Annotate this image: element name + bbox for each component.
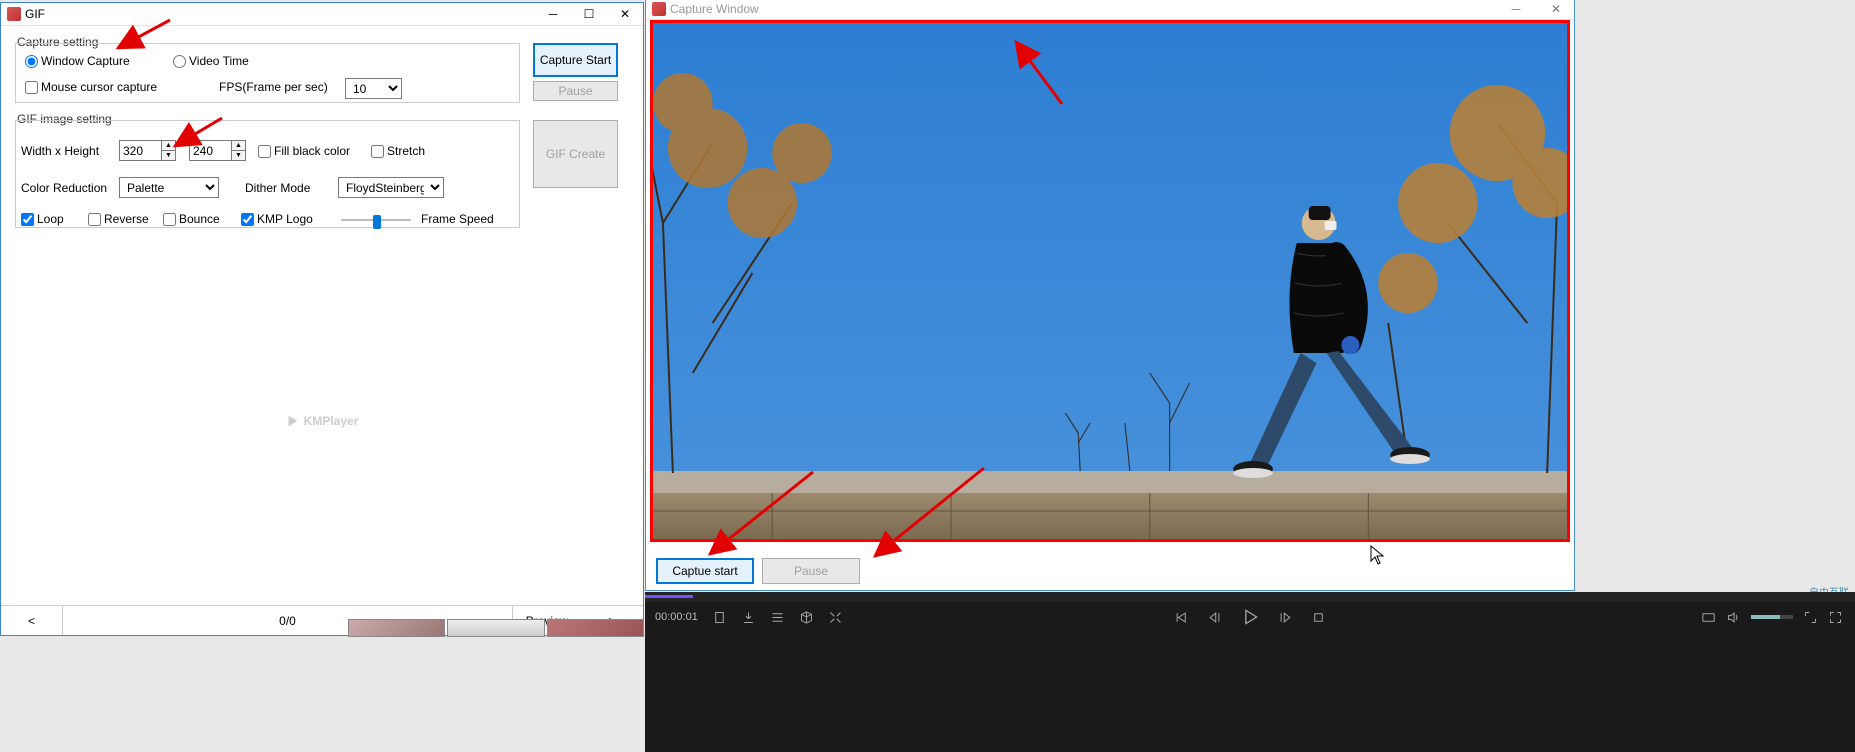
reverse-label: Reverse <box>104 212 149 226</box>
fullscreen-icon[interactable] <box>1828 610 1843 625</box>
color-reduction-select[interactable]: Palette <box>119 177 219 198</box>
capture-window: Capture Window ─ ✕ <box>645 0 1575 591</box>
gif-titlebar[interactable]: GIF ─ ☐ ✕ <box>1 3 643 26</box>
video-time-label: Video Time <box>189 54 249 68</box>
width-height-label: Width x Height <box>21 144 99 158</box>
player-timecode: 00:00:01 <box>655 611 698 623</box>
window-capture-radio[interactable] <box>25 55 38 68</box>
aspect-icon[interactable] <box>1701 610 1716 625</box>
capture-setting-group <box>15 43 520 103</box>
kmp-logo-checkbox[interactable] <box>241 213 254 226</box>
step-back-icon[interactable] <box>1207 610 1222 625</box>
video-time-radio-row: Video Time <box>173 54 249 68</box>
window-capture-radio-row: Window Capture <box>25 54 130 68</box>
stop-icon[interactable] <box>1311 610 1326 625</box>
width-input[interactable] <box>119 140 161 161</box>
height-down[interactable]: ▼ <box>232 151 245 160</box>
loop-label: Loop <box>37 212 64 226</box>
window-title: GIF <box>25 7 535 21</box>
background-thumbnails <box>348 619 644 637</box>
capture-close-button[interactable]: ✕ <box>1538 0 1574 19</box>
capture-start-button[interactable]: Capture Start <box>533 43 618 77</box>
expand-icon[interactable] <box>1803 610 1818 625</box>
step-forward-icon[interactable] <box>1278 610 1293 625</box>
window-capture-label: Window Capture <box>41 54 130 68</box>
prev-track-icon[interactable] <box>1174 610 1189 625</box>
pause-button[interactable]: Pause <box>533 81 618 101</box>
frame-speed-slider[interactable] <box>341 210 411 230</box>
capture-pause-button[interactable]: Pause <box>762 558 860 584</box>
cube-icon[interactable] <box>799 610 814 625</box>
video-time-radio[interactable] <box>173 55 186 68</box>
dither-mode-select[interactable]: FloydSteinberg <box>338 177 444 198</box>
mouse-cursor-row: Mouse cursor capture <box>25 80 157 94</box>
prev-frame-button[interactable]: < <box>1 606 63 635</box>
mouse-cursor-checkbox[interactable] <box>25 81 38 94</box>
close-button[interactable]: ✕ <box>607 3 643 25</box>
video-player-bar: 自由互联 00:00:01 <box>645 592 1855 752</box>
height-input[interactable] <box>189 140 231 161</box>
color-reduction-label: Color Reduction <box>21 181 107 195</box>
list-icon[interactable] <box>770 610 785 625</box>
mouse-cursor-icon <box>1370 545 1384 565</box>
crop-icon[interactable] <box>828 610 843 625</box>
download-icon[interactable] <box>741 610 756 625</box>
width-down[interactable]: ▼ <box>162 151 175 160</box>
app-icon <box>7 7 21 21</box>
capture-start-button-2[interactable]: Captue start <box>656 558 754 584</box>
stretch-checkbox[interactable] <box>371 145 384 158</box>
capture-viewport <box>650 20 1570 542</box>
bounce-label: Bounce <box>179 212 220 226</box>
reverse-checkbox[interactable] <box>88 213 101 226</box>
kmplayer-watermark: KMPlayer <box>286 414 359 428</box>
capture-minimize-button[interactable]: ─ <box>1498 0 1534 19</box>
maximize-button[interactable]: ☐ <box>571 3 607 25</box>
play-icon[interactable] <box>1240 607 1260 627</box>
fill-black-label: Fill black color <box>274 144 350 158</box>
stretch-label: Stretch <box>387 144 425 158</box>
loop-checkbox[interactable] <box>21 213 34 226</box>
fps-label: FPS(Frame per sec) <box>219 80 328 94</box>
app-icon <box>652 2 666 16</box>
height-up[interactable]: ▲ <box>232 141 245 151</box>
width-up[interactable]: ▲ <box>162 141 175 151</box>
bookmark-icon[interactable] <box>712 610 727 625</box>
bounce-checkbox[interactable] <box>163 213 176 226</box>
player-timeline[interactable] <box>645 592 1855 602</box>
volume-icon[interactable] <box>1726 610 1741 625</box>
mouse-cursor-label: Mouse cursor capture <box>41 80 157 94</box>
minimize-button[interactable]: ─ <box>535 3 571 25</box>
gif-window: GIF ─ ☐ ✕ Capture setting Window Capture… <box>0 2 644 636</box>
kmp-logo-label: KMP Logo <box>257 212 313 226</box>
gif-create-button[interactable]: GIF Create <box>533 120 618 188</box>
capture-window-title: Capture Window <box>670 2 759 16</box>
fps-select[interactable]: 10 <box>345 78 402 99</box>
dither-mode-label: Dither Mode <box>245 181 310 195</box>
capture-titlebar[interactable]: Capture Window ─ ✕ <box>646 0 1574 20</box>
frame-speed-label: Frame Speed <box>421 212 494 226</box>
fill-black-checkbox[interactable] <box>258 145 271 158</box>
